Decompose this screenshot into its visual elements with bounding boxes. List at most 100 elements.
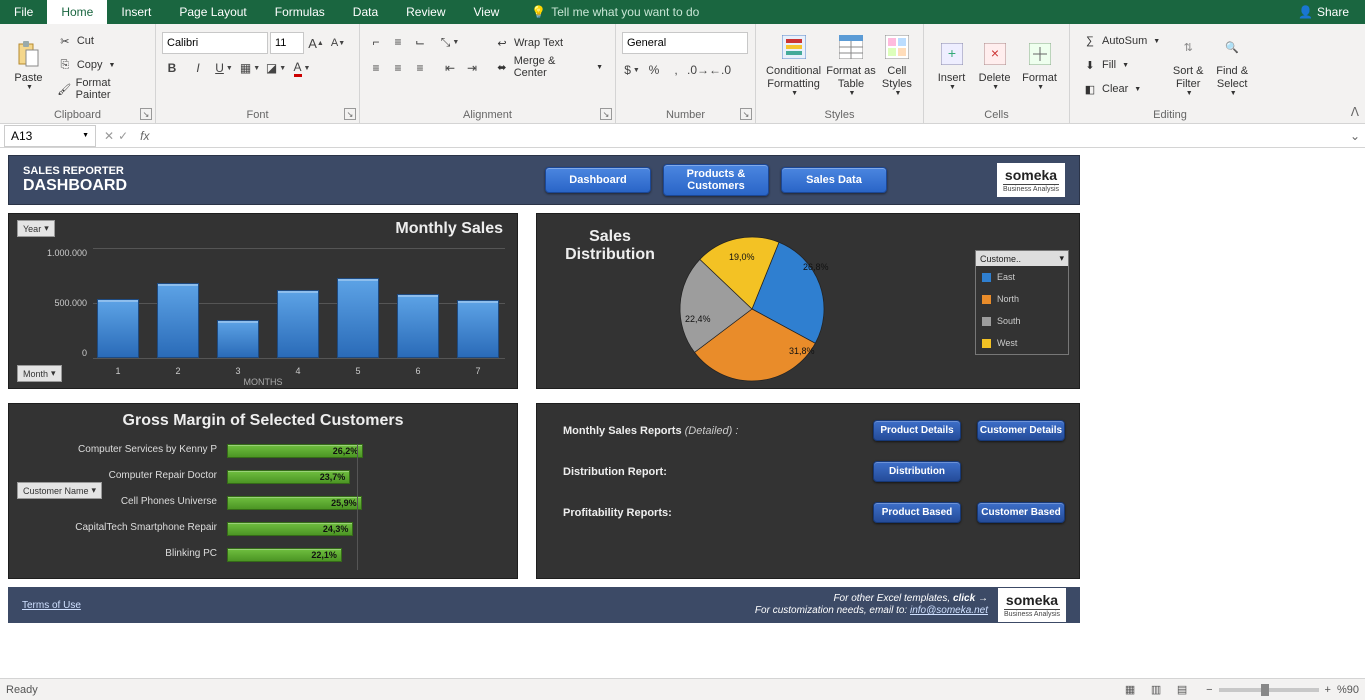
conditional-formatting-button[interactable]: Conditional Formatting▼ [762,26,825,104]
format-cells-button[interactable]: Format▼ [1016,26,1063,104]
enter-formula-button[interactable]: ✓ [118,129,128,143]
italic-button[interactable]: I [188,58,208,78]
font-size-select[interactable] [270,32,304,54]
comma-format-button[interactable]: , [666,60,686,80]
align-bottom-button[interactable]: ⌙ [410,32,430,52]
share-button[interactable]: 👤 Share [1282,0,1365,24]
tab-home[interactable]: Home [47,0,107,24]
wrap-text-button[interactable]: ↩Wrap Text [490,32,607,54]
cell-styles-button[interactable]: Cell Styles▼ [877,26,917,104]
svg-text:×: × [990,45,998,61]
increase-indent-button[interactable]: ⇥ [462,58,482,78]
tab-review[interactable]: Review [392,0,459,24]
border-button[interactable]: ▦▼ [240,58,260,78]
delete-cells-button[interactable]: ×Delete▼ [973,26,1016,104]
font-color-button[interactable]: A▼ [292,58,312,78]
chevron-down-icon[interactable]: ▾ [1059,253,1064,264]
decrease-font-button[interactable]: A▼ [328,33,348,53]
terms-of-use-link[interactable]: Terms of Use [22,600,81,611]
bold-button[interactable]: B [162,58,182,78]
month-slicer[interactable]: Month▾ [17,365,62,382]
tell-me-search[interactable]: 💡 Tell me what you want to do [531,0,699,24]
tab-insert[interactable]: Insert [107,0,165,24]
logo-text: someka [1005,167,1057,183]
contact-email-link[interactable]: info@someka.net [910,605,988,616]
number-dialog-launcher[interactable]: ↘ [740,108,752,120]
zoom-in-button[interactable]: + [1325,684,1331,696]
underline-button[interactable]: U▼ [214,58,234,78]
product-based-button[interactable]: Product Based [873,502,961,523]
align-right-button[interactable]: ≡ [410,58,430,78]
format-painter-button[interactable]: 🖌Format Painter [53,78,147,100]
group-alignment: ⌐ ≡ ⌙ ⤡▼ ≡ ≡ ≡ ⇤ ⇥ ↩Wrap Text ⬌Merge & C… [360,24,616,123]
formula-input[interactable] [155,126,1345,146]
fill-color-button[interactable]: ◪▼ [266,58,286,78]
tab-file[interactable]: File [0,0,47,24]
autosum-button[interactable]: ∑AutoSum▼ [1078,30,1164,52]
expand-formula-bar-button[interactable]: ⌄ [1345,129,1365,143]
svg-text:+: + [947,45,955,61]
tab-page-layout[interactable]: Page Layout [165,0,260,24]
sigma-icon: ∑ [1082,33,1098,49]
align-left-button[interactable]: ≡ [366,58,386,78]
percent-format-button[interactable]: % [644,60,664,80]
increase-decimal-button[interactable]: .0→ [688,60,708,80]
fx-icon[interactable]: fx [134,129,155,143]
tab-view[interactable]: View [460,0,514,24]
customer-based-button[interactable]: Customer Based [977,502,1065,523]
find-select-button[interactable]: 🔍Find & Select▼ [1210,26,1254,104]
gm-customer-label: Computer Services by Kenny P [9,444,217,455]
accounting-format-button[interactable]: $▼ [622,60,642,80]
align-center-button[interactable]: ≡ [388,58,408,78]
sort-label: Sort & Filter [1166,65,1210,89]
fat-label: Format as Table [825,65,877,89]
table-icon [837,33,865,61]
align-top-button[interactable]: ⌐ [366,32,386,52]
number-format-select[interactable] [622,32,748,54]
normal-view-button[interactable]: ▦ [1118,681,1142,699]
pie-label-south: 22,4% [685,314,711,324]
page-break-view-button[interactable]: ▤ [1170,681,1194,699]
product-details-button[interactable]: Product Details [873,420,961,441]
tab-data[interactable]: Data [339,0,392,24]
clipboard-dialog-launcher[interactable]: ↘ [140,108,152,120]
brush-icon: 🖌 [57,81,72,97]
zoom-slider[interactable] [1219,688,1319,692]
group-label: Alignment [366,108,609,123]
alignment-dialog-launcher[interactable]: ↘ [600,108,612,120]
fill-button[interactable]: ⬇Fill▼ [1078,54,1164,76]
page-layout-view-button[interactable]: ▥ [1144,681,1168,699]
paste-button[interactable]: Paste ▼ [6,26,51,104]
merge-label: Merge & Center [514,55,590,79]
font-name-select[interactable] [162,32,268,54]
autosum-label: AutoSum [1102,35,1147,47]
cut-button[interactable]: ✂Cut [53,30,147,52]
align-middle-button[interactable]: ≡ [388,32,408,52]
tell-me-label: Tell me what you want to do [551,5,699,19]
tab-formulas[interactable]: Formulas [261,0,339,24]
clear-button[interactable]: ◧Clear▼ [1078,78,1164,100]
group-label: Font [162,108,353,123]
copy-button[interactable]: ⎘Copy▼ [53,54,147,76]
name-box[interactable]: A13▼ [4,125,96,147]
nav-sales-data-button[interactable]: Sales Data [781,167,887,193]
increase-font-button[interactable]: A▲ [306,33,326,53]
zoom-level[interactable]: %90 [1337,684,1359,696]
collapse-ribbon-button[interactable]: ᐱ [1351,105,1359,119]
slicer-label: Month [23,369,48,379]
insert-cells-button[interactable]: +Insert▼ [930,26,973,104]
decrease-indent-button[interactable]: ⇤ [440,58,460,78]
format-as-table-button[interactable]: Format as Table▼ [825,26,877,104]
cancel-formula-button[interactable]: ✕ [104,129,114,143]
orientation-button[interactable]: ⤡▼ [440,32,460,52]
sort-filter-button[interactable]: ⇅Sort & Filter▼ [1166,26,1210,104]
font-dialog-launcher[interactable]: ↘ [344,108,356,120]
distribution-button[interactable]: Distribution [873,461,961,482]
nav-dashboard-button[interactable]: Dashboard [545,167,651,193]
zoom-out-button[interactable]: − [1206,684,1212,696]
year-slicer[interactable]: Year▾ [17,220,55,237]
nav-products-customers-button[interactable]: Products & Customers [663,164,769,196]
decrease-decimal-button[interactable]: ←.0 [710,60,730,80]
merge-center-button[interactable]: ⬌Merge & Center▼ [490,56,607,78]
customer-details-button[interactable]: Customer Details [977,420,1065,441]
